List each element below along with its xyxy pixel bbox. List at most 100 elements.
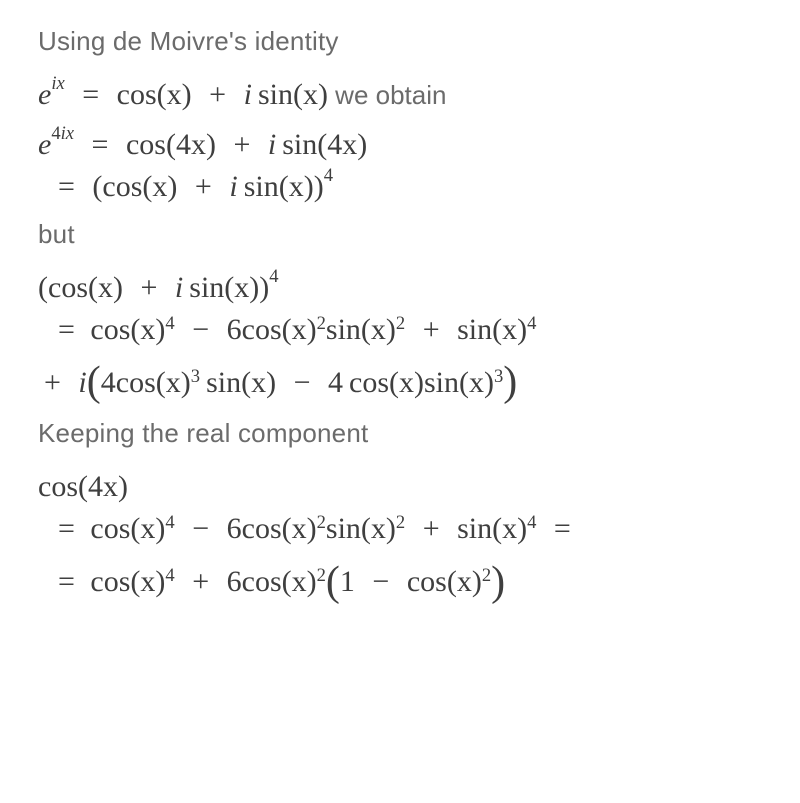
pow-4: 4 xyxy=(324,165,333,186)
we-obtain-text: we obtain xyxy=(328,80,447,110)
e-var: e xyxy=(38,78,51,111)
pow-3: 3 xyxy=(494,366,503,387)
pow-3: 3 xyxy=(191,366,200,387)
arg-4x: (4x) xyxy=(166,128,216,161)
plus-sign: + xyxy=(216,128,268,161)
plus-sign: + xyxy=(175,565,227,598)
num-4: 4 xyxy=(51,123,60,144)
pow-4: 4 xyxy=(527,313,536,334)
equals-sign: = xyxy=(536,512,580,545)
arg-x: (x) xyxy=(156,366,191,399)
expand-lhs-line: (cos(x) + i sin(x))4 xyxy=(38,270,768,306)
pow-4: 4 xyxy=(165,512,174,533)
open-paren: ( xyxy=(92,170,102,203)
arg-x: (x) xyxy=(130,565,165,598)
plus-sign: + xyxy=(177,170,229,203)
i-var: i xyxy=(244,78,252,111)
equals-sign: = xyxy=(58,170,85,203)
plus-sign: + xyxy=(405,512,457,545)
four-ix-exponent: 4ixix xyxy=(51,123,74,144)
pow-4: 4 xyxy=(165,313,174,334)
cos-fn: cos xyxy=(102,170,142,203)
close-paren: ) xyxy=(314,170,324,203)
arg-x: (x) xyxy=(492,313,527,346)
plus-sign: + xyxy=(192,78,244,111)
pow-2: 2 xyxy=(317,512,326,533)
i-var: i xyxy=(78,366,86,399)
big-close-paren: ) xyxy=(503,359,517,405)
pow-4: 4 xyxy=(269,266,278,287)
minus-sign: − xyxy=(175,512,227,545)
arg-x: (x) xyxy=(459,366,494,399)
arg-x: (x) xyxy=(157,78,192,111)
num-4: 4 xyxy=(101,366,116,399)
big-close-paren: ) xyxy=(491,559,505,605)
ix-exponent: ix xyxy=(51,73,64,94)
arg-4x: (4x) xyxy=(317,128,367,161)
plus-sign: + xyxy=(405,313,457,346)
big-open-paren: ( xyxy=(87,359,101,405)
arg-x: (x) xyxy=(361,512,396,545)
arg-x: (x) xyxy=(279,170,314,203)
cos-fn: cos xyxy=(407,565,447,598)
arg-4x: (4x) xyxy=(78,470,128,503)
arg-x: (x) xyxy=(293,78,328,111)
open-paren: ( xyxy=(38,271,48,304)
sin-fn: sin xyxy=(457,512,492,545)
arg-x: (x) xyxy=(361,313,396,346)
sin-fn: sin xyxy=(189,271,224,304)
arg-x: (x) xyxy=(282,313,317,346)
arg-x: (x) xyxy=(142,170,177,203)
cos-fn: cos xyxy=(242,512,282,545)
num-6: 6 xyxy=(227,565,242,598)
cos-fn: cos xyxy=(116,366,156,399)
big-open-paren: ( xyxy=(326,559,340,605)
arg-x: (x) xyxy=(241,366,276,399)
i-var: i xyxy=(268,128,276,161)
rewrite-line: = cos(x)4 + 6cos(x)2(1 − cos(x)2) xyxy=(38,553,768,603)
sin-fn: sin xyxy=(457,313,492,346)
arg-x: (x) xyxy=(282,512,317,545)
i-var: i xyxy=(229,170,237,203)
cos-fn: cos xyxy=(48,271,88,304)
cos-fn: cos xyxy=(38,470,78,503)
sin-fn: sin xyxy=(326,512,361,545)
arg-x: (x) xyxy=(447,565,482,598)
cos-fn: cos xyxy=(90,313,130,346)
pow-2: 2 xyxy=(482,565,491,586)
i-var: i xyxy=(175,271,183,304)
num-6: 6 xyxy=(227,512,242,545)
arg-x: (x) xyxy=(389,366,424,399)
but-text: but xyxy=(38,219,768,250)
minus-sign: − xyxy=(175,313,227,346)
cos-fn: cos xyxy=(126,128,166,161)
arg-x: (x) xyxy=(130,313,165,346)
cos-fn: cos xyxy=(117,78,157,111)
arg-x: (x) xyxy=(88,271,123,304)
plus-sign: + xyxy=(123,271,175,304)
pow-2: 2 xyxy=(317,565,326,586)
equals-sign: = xyxy=(58,512,83,545)
proof-passage: Using de Moivre's identity eix = cos(x) … xyxy=(0,0,800,604)
real-part-line: = cos(x)4 − 6cos(x)2sin(x)2 + sin(x)4 = xyxy=(38,511,768,547)
pow-4: 4 xyxy=(527,512,536,533)
sin-fn: sin xyxy=(258,78,293,111)
equals-sign: = xyxy=(74,128,126,161)
power4-line: = (cos(x) + i sin(x))4 xyxy=(38,169,768,205)
cos-fn: cos xyxy=(349,366,389,399)
euler-identity-line: eix = cos(x) + i sin(x) we obtain xyxy=(38,77,768,113)
cos-fn: cos xyxy=(242,313,282,346)
sin-fn: sin xyxy=(244,170,279,203)
pow-2: 2 xyxy=(396,313,405,334)
cos4x-line: cos(4x) xyxy=(38,469,768,505)
equals-sign: = xyxy=(65,78,117,111)
cos-fn: cos xyxy=(90,512,130,545)
plus-sign: + xyxy=(44,366,78,399)
close-paren: ) xyxy=(259,271,269,304)
num-4: 4 xyxy=(328,366,343,399)
keep-real-text: Keeping the real component xyxy=(38,418,768,449)
e-var: e xyxy=(38,128,51,161)
minus-sign: − xyxy=(276,366,328,399)
cos-fn: cos xyxy=(90,565,130,598)
e4ix-line: e4ixix = cos(4x) + i sin(4x) xyxy=(38,127,768,163)
